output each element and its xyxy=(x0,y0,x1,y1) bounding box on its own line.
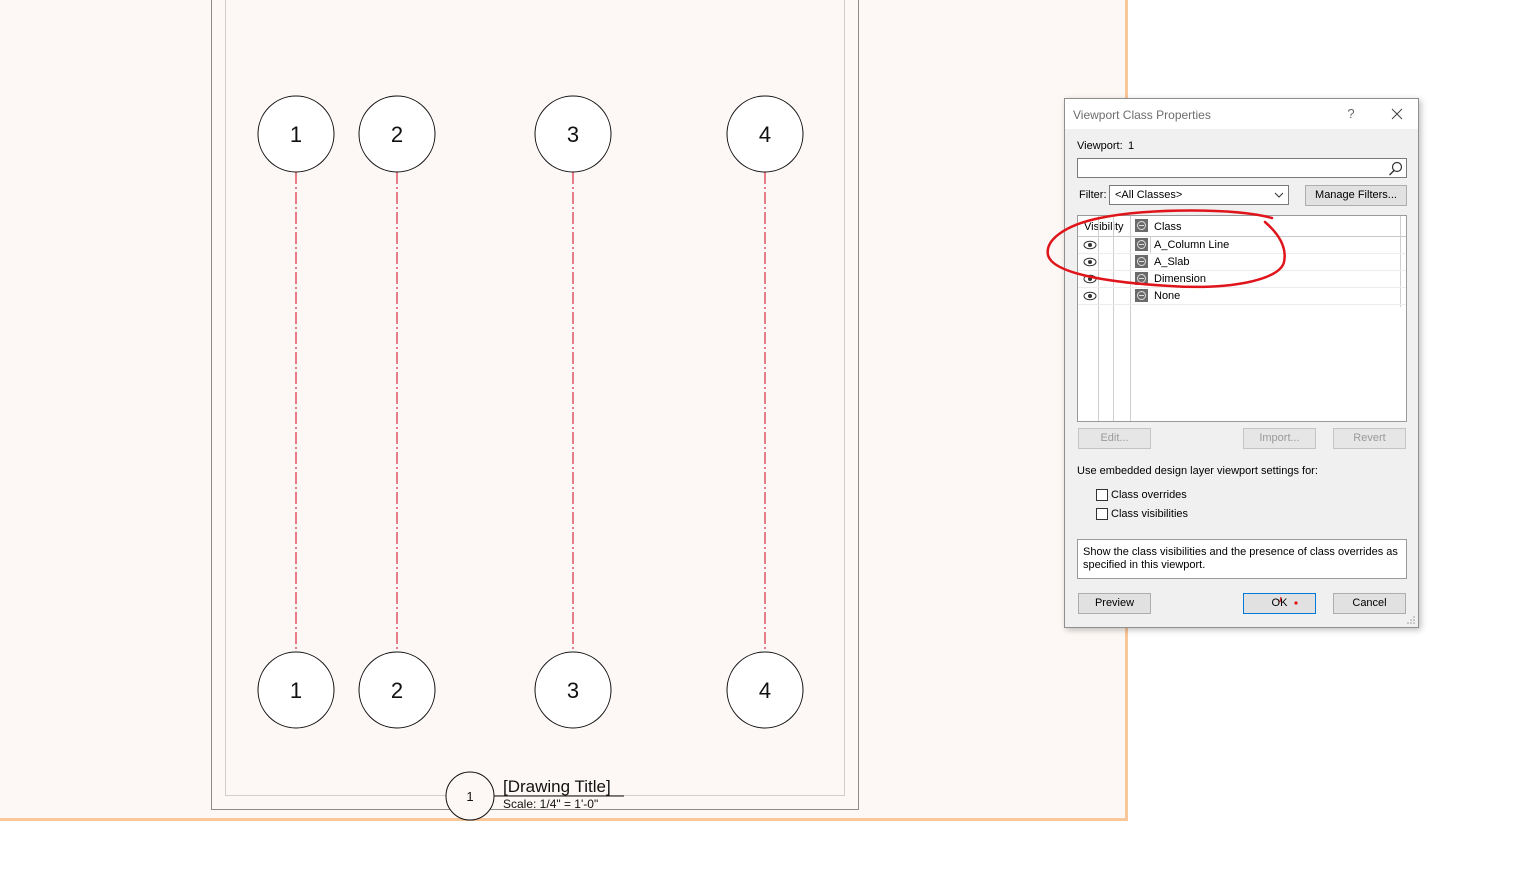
cancel-button[interactable]: Cancel xyxy=(1333,593,1406,614)
class-visibilities-checkbox[interactable] xyxy=(1096,508,1108,520)
preview-button[interactable]: Preview xyxy=(1078,593,1151,614)
dialog-titlebar[interactable]: Viewport Class Properties ? xyxy=(1065,99,1418,129)
grid-label-top-2: 2 xyxy=(391,122,403,147)
drawing-scale[interactable]: Scale: 1/4" = 1'-0" xyxy=(503,797,598,811)
revert-button[interactable]: Revert xyxy=(1333,428,1406,449)
manage-filters-button[interactable]: Manage Filters... xyxy=(1305,185,1407,206)
class-overrides-checkbox[interactable] xyxy=(1096,489,1108,501)
class-visibilities-label[interactable]: Class visibilities xyxy=(1111,508,1188,520)
grid-label-bottom-2: 2 xyxy=(391,678,403,703)
grid-label-top-3: 3 xyxy=(567,122,579,147)
search-icon[interactable] xyxy=(1388,161,1403,176)
grid-label-bottom-1: 1 xyxy=(290,678,302,703)
help-button[interactable]: ? xyxy=(1343,106,1359,122)
class-search-input[interactable] xyxy=(1077,158,1407,178)
edit-button[interactable]: Edit... xyxy=(1078,428,1151,449)
grid-label-bottom-4: 4 xyxy=(759,678,771,703)
class-overrides-label[interactable]: Class overrides xyxy=(1111,489,1187,501)
chevron-down-icon xyxy=(1274,192,1284,198)
red-mark-annotation xyxy=(1279,596,1298,605)
drawing-title[interactable]: [Drawing Title] xyxy=(503,777,611,796)
dialog-title: Viewport Class Properties xyxy=(1073,108,1211,122)
title-mark-number: 1 xyxy=(466,789,473,804)
grid-label-top-4: 4 xyxy=(759,122,771,147)
column-grid: 1 2 3 4 1 2 3 4 1 [Drawing Title] Scale:… xyxy=(257,95,804,821)
grid-label-bottom-3: 3 xyxy=(567,678,579,703)
close-icon[interactable] xyxy=(1387,104,1407,124)
resize-grip-icon[interactable] xyxy=(1406,615,1416,625)
grid-label-top-1: 1 xyxy=(290,122,302,147)
viewport-value: 1 xyxy=(1128,140,1135,152)
viewport-class-properties-dialog: Viewport Class Properties ? Viewport: 1 … xyxy=(1064,98,1419,628)
description-box: Show the class visibilities and the pres… xyxy=(1077,539,1407,579)
import-button[interactable]: Import... xyxy=(1243,428,1316,449)
viewport-label: Viewport: xyxy=(1077,140,1123,152)
embedded-settings-label: Use embedded design layer viewport setti… xyxy=(1077,465,1318,477)
red-circle-annotation xyxy=(1046,209,1286,289)
